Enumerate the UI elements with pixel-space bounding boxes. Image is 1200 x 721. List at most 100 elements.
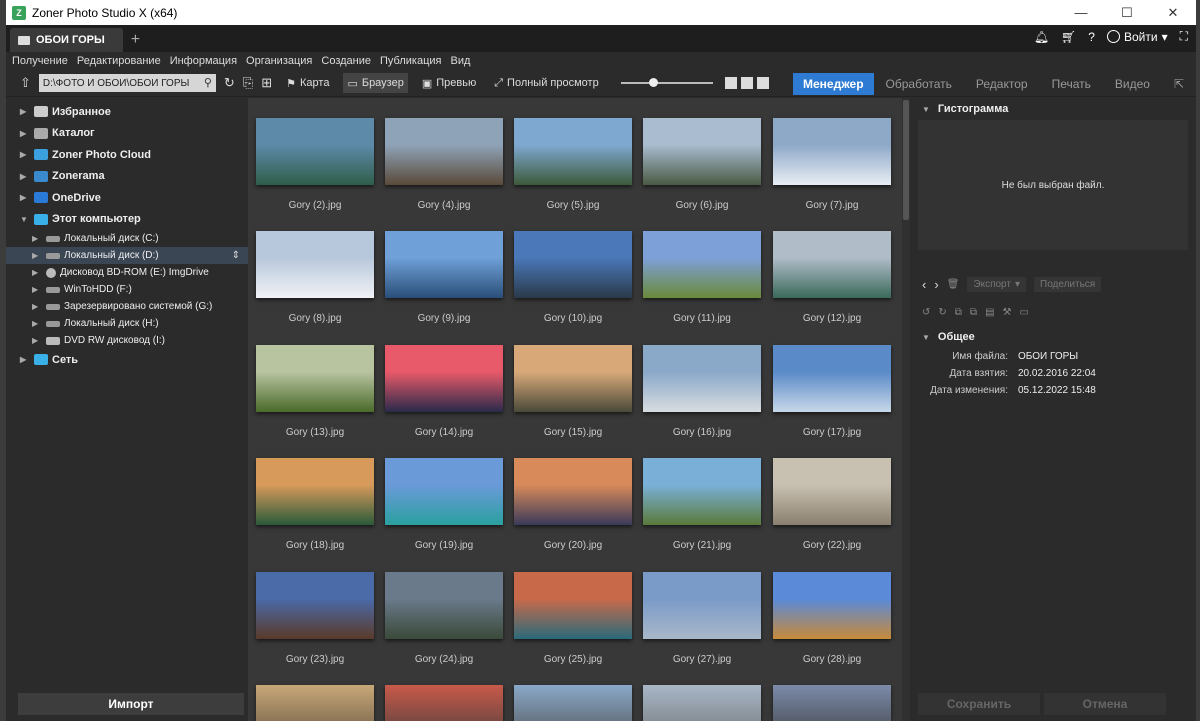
histogram-header[interactable]: ▼ Гистограмма: [910, 98, 1196, 120]
thumbnail-label[interactable]: Gory (10).jpg: [508, 313, 638, 324]
thumbnail-image[interactable]: [256, 231, 374, 298]
mode-tab-print[interactable]: Печать: [1040, 73, 1103, 95]
move-icon[interactable]: ⧉: [970, 307, 977, 318]
layout-single-icon[interactable]: [724, 77, 737, 89]
thumbnail-label[interactable]: Gory (28).jpg: [767, 654, 897, 665]
view-map-button[interactable]: ⚑ Карта: [282, 73, 333, 93]
thumbnail-image[interactable]: [256, 572, 374, 639]
tree-network[interactable]: ▶ Сеть: [6, 349, 248, 371]
thumbnail-label[interactable]: Gory (25).jpg: [508, 654, 638, 665]
thumbnail-label[interactable]: Gory (19).jpg: [379, 540, 509, 551]
refresh-icon[interactable]: ↻: [224, 75, 235, 91]
thumbnail-image[interactable]: [256, 685, 374, 721]
maximize-button[interactable]: ☐: [1104, 5, 1150, 21]
tab-current-folder[interactable]: ОБОИ ГОРЫ: [10, 28, 123, 52]
thumbnail-image[interactable]: [256, 345, 374, 412]
sort-icon[interactable]: ⇕: [232, 250, 240, 261]
thumbnail-label[interactable]: Gory (27).jpg: [637, 654, 767, 665]
folder-up-icon[interactable]: ⇧: [20, 75, 31, 91]
menu-item[interactable]: Организация: [246, 55, 312, 67]
external-link-icon[interactable]: ⇱: [1162, 73, 1196, 95]
tree-drive-g[interactable]: ▶ Зарезервировано системой (G:): [6, 298, 248, 315]
prev-icon[interactable]: ‹: [922, 277, 926, 292]
thumbnail-image[interactable]: [773, 118, 891, 185]
tree-zonerama[interactable]: ▶ Zonerama: [6, 166, 248, 188]
thumbnail-image[interactable]: [643, 345, 761, 412]
tree-drive-i[interactable]: ▶ DVD RW дисковод (I:): [6, 332, 248, 349]
export-folder-icon[interactable]: ⎘: [243, 75, 253, 91]
thumbnail-image[interactable]: [385, 118, 503, 185]
share-button[interactable]: Поделиться: [1034, 276, 1102, 292]
save-button[interactable]: Сохранить: [918, 693, 1040, 715]
copy-icon[interactable]: ⧉: [955, 307, 962, 318]
thumbnail-image[interactable]: [773, 231, 891, 298]
tree-favorites[interactable]: ▶ Избранное: [6, 101, 248, 123]
layout-columns-icon[interactable]: [756, 77, 769, 89]
scrollbar-thumb[interactable]: [903, 100, 909, 220]
thumbnail-image[interactable]: [256, 458, 374, 525]
menu-item[interactable]: Создание: [321, 55, 371, 67]
thumbnail-label[interactable]: Gory (13).jpg: [250, 427, 380, 438]
thumbnail-image[interactable]: [385, 685, 503, 721]
thumbnail-image[interactable]: [256, 118, 374, 185]
thumbnail-label[interactable]: Gory (22).jpg: [767, 540, 897, 551]
search-icon[interactable]: ⚲: [204, 76, 212, 89]
thumbnail-label[interactable]: Gory (9).jpg: [379, 313, 509, 324]
thumbnail-label[interactable]: Gory (8).jpg: [250, 313, 380, 324]
thumbnail-image[interactable]: [514, 345, 632, 412]
view-preview-button[interactable]: ▣ Превью: [418, 73, 480, 93]
tree-onedrive[interactable]: ▶ OneDrive: [6, 187, 248, 209]
thumbnail-label[interactable]: Gory (20).jpg: [508, 540, 638, 551]
path-input[interactable]: D:\ФОТО И ОБОИ\ОБОИ ГОРЫ ⚲: [38, 74, 216, 92]
thumbnail-label[interactable]: Gory (23).jpg: [250, 654, 380, 665]
menu-item[interactable]: Вид: [451, 55, 471, 67]
thumbnail-image[interactable]: [514, 118, 632, 185]
thumbnail-label[interactable]: Gory (24).jpg: [379, 654, 509, 665]
cart-icon[interactable]: 🛒︎: [1061, 30, 1076, 44]
minimize-button[interactable]: —: [1058, 5, 1104, 21]
thumbnail-image[interactable]: [385, 231, 503, 298]
import-button[interactable]: Импорт: [18, 693, 244, 715]
login-button[interactable]: Войти ▾: [1106, 30, 1168, 44]
thumbnail-image[interactable]: [643, 118, 761, 185]
tree-drive-d[interactable]: ▶ Локальный диск (D:) ⇕: [6, 247, 248, 264]
slider-knob[interactable]: [648, 78, 658, 87]
tree-drive-h[interactable]: ▶ Локальный диск (H:): [6, 315, 248, 332]
thumbnail-label[interactable]: Gory (12).jpg: [767, 313, 897, 324]
close-button[interactable]: ✕: [1150, 5, 1196, 21]
trash-icon[interactable]: 🗑︎: [947, 279, 960, 290]
thumbnail-image[interactable]: [514, 685, 632, 721]
view-browser-button[interactable]: ▭ Браузер: [343, 73, 408, 93]
tree-drive-e[interactable]: ▶ Дисковод BD-ROM (E:) ImgDrive: [6, 264, 248, 281]
thumbnail-label[interactable]: Gory (7).jpg: [767, 200, 897, 211]
thumbnail-image[interactable]: [514, 458, 632, 525]
thumbnail-image[interactable]: [385, 572, 503, 639]
thumbnail-image[interactable]: [773, 685, 891, 721]
bell-icon[interactable]: 🔔︎: [1034, 30, 1049, 44]
thumbnail-image[interactable]: [773, 458, 891, 525]
thumbnail-image[interactable]: [385, 345, 503, 412]
thumbnail-image[interactable]: [385, 458, 503, 525]
mode-tab-editor[interactable]: Редактор: [964, 73, 1040, 95]
tree-this-pc[interactable]: ▼ Этот компьютер: [6, 209, 248, 231]
tree-drive-c[interactable]: ▶ Локальный диск (C:): [6, 230, 248, 247]
menu-item[interactable]: Информация: [170, 55, 237, 67]
thumbnail-label[interactable]: Gory (11).jpg: [637, 313, 767, 324]
help-icon[interactable]: ?: [1088, 30, 1095, 44]
menu-item[interactable]: Публикация: [380, 55, 441, 67]
thumbnail-label[interactable]: Gory (6).jpg: [637, 200, 767, 211]
fullscreen-icon[interactable]: ⛶: [1180, 29, 1188, 44]
tree-zoner-cloud[interactable]: ▶ Zoner Photo Cloud: [6, 144, 248, 166]
browser-scrollbar[interactable]: [902, 98, 910, 721]
thumbnail-label[interactable]: Gory (18).jpg: [250, 540, 380, 551]
tree-drive-f[interactable]: ▶ WinToHDD (F:): [6, 281, 248, 298]
add-tab-button[interactable]: +: [131, 31, 140, 49]
tools-icon[interactable]: ⚒: [1003, 307, 1012, 318]
rename-icon[interactable]: ▤: [985, 307, 994, 318]
thumbnail-label[interactable]: Gory (15).jpg: [508, 427, 638, 438]
thumbnail-label[interactable]: Gory (2).jpg: [250, 200, 380, 211]
thumbnail-image[interactable]: [643, 458, 761, 525]
thumbnail-label[interactable]: Gory (21).jpg: [637, 540, 767, 551]
thumbnail-size-slider[interactable]: [620, 78, 713, 87]
thumbnail-label[interactable]: Gory (17).jpg: [767, 427, 897, 438]
